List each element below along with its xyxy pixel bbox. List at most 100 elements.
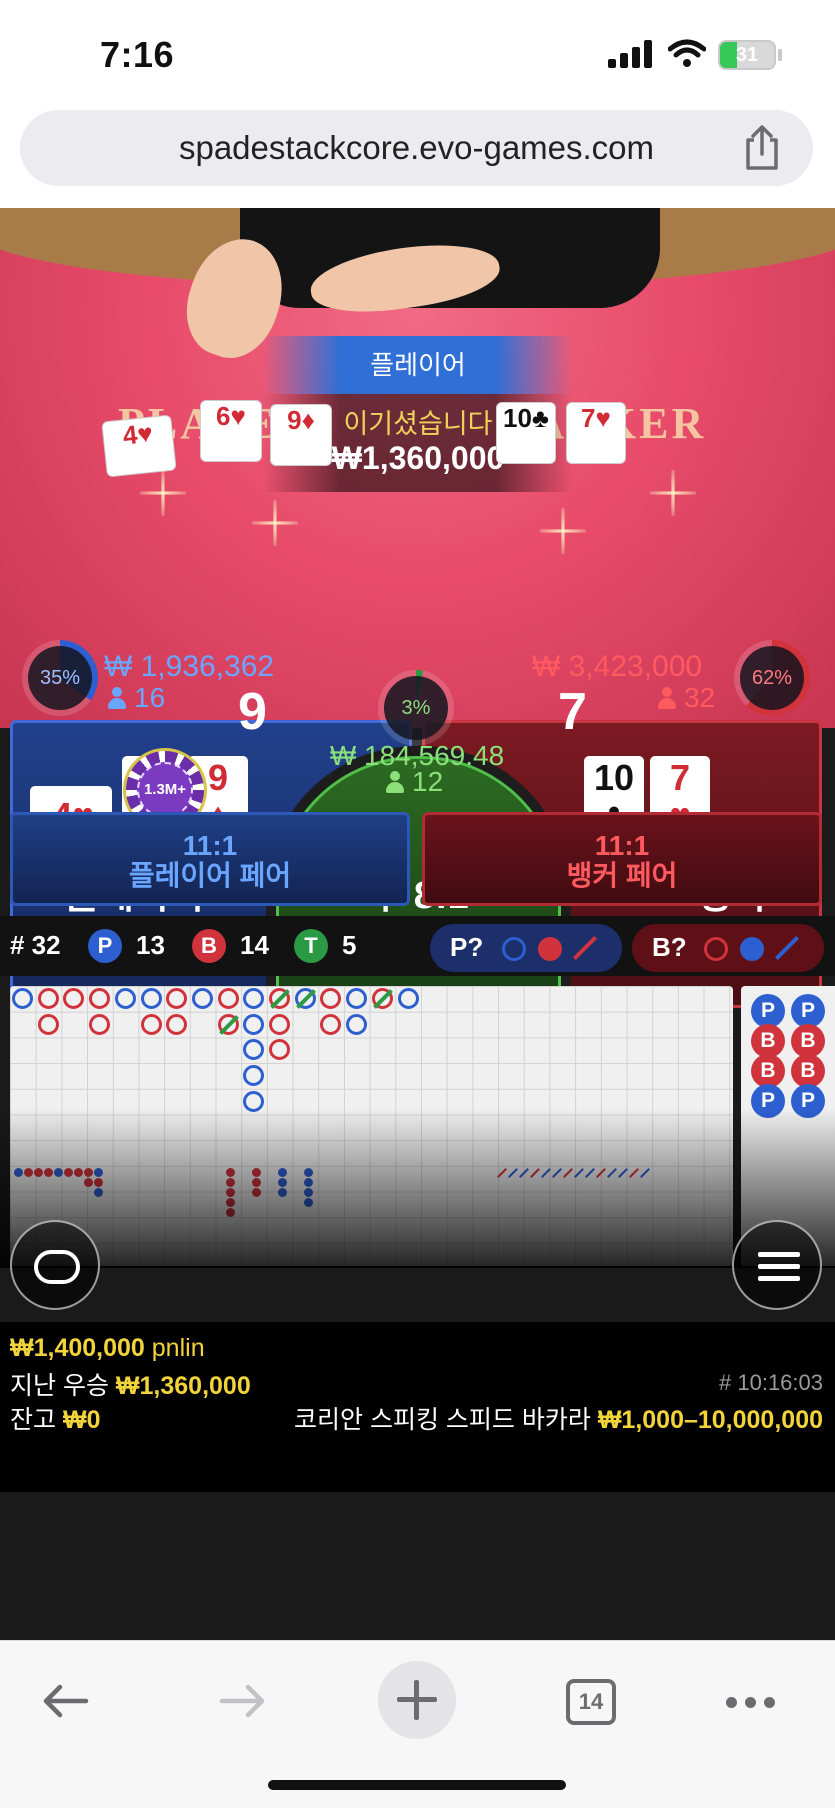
predict-big-eye-icon <box>502 937 526 961</box>
bead-player-mark: P <box>751 994 785 1028</box>
balance-label: 잔고 <box>10 1406 57 1434</box>
bead-banker-mark: B <box>751 1054 785 1088</box>
bet-limits: ₩1,000–10,000,000 <box>597 1406 823 1434</box>
banker-pair-odds: 11:1 <box>594 830 650 861</box>
road-banker-mark <box>320 988 342 1009</box>
road-banker-mark <box>89 1013 111 1035</box>
share-icon[interactable] <box>742 124 782 172</box>
tie-percent: 3% <box>384 676 448 740</box>
road-player-mark <box>346 988 368 1009</box>
felt-card: 9♦ <box>270 404 332 466</box>
game-area: PLAYER BANKER 플레이어 이기셨습니다 ₩1,360,000 4♥6… <box>0 208 835 1640</box>
road-player-mark <box>191 988 213 1009</box>
new-tab-button[interactable] <box>378 1661 456 1739</box>
bead-banker-mark: B <box>791 1054 825 1088</box>
road-banker-mark <box>140 1013 162 1035</box>
felt-card: 6♥ <box>200 400 262 462</box>
player-chip-value: 1.3M+ <box>137 762 193 818</box>
address-bar[interactable]: spadestackcore.evo-games.com <box>20 110 813 186</box>
sparkle <box>540 508 586 554</box>
banker-predict-button[interactable]: B? <box>632 924 824 972</box>
more-icon[interactable] <box>726 1697 776 1709</box>
road-banker-mark <box>269 1013 290 1035</box>
road-banker-mark <box>63 988 85 1009</box>
results-summary: # 32 P 13 B 14 T 5 P? B? <box>0 916 835 976</box>
road-player-mark <box>243 1065 265 1087</box>
win-banner: 플레이어 <box>263 336 573 394</box>
status-bar: 7:16 31 <box>0 0 835 105</box>
chat-icon <box>34 1250 80 1284</box>
sparkle <box>650 470 696 516</box>
game-name: 코리안 스피킹 스피드 바카라 <box>294 1406 591 1434</box>
banker-score: 7 <box>558 683 587 741</box>
predict-cockroach-icon <box>774 935 800 961</box>
battery-level: 31 <box>735 44 759 66</box>
tie-bettors-count: 12 <box>412 766 444 797</box>
person-icon <box>658 687 676 709</box>
road-player-mark <box>140 988 162 1009</box>
player-score: 9 <box>238 683 267 741</box>
card-rank: 10 <box>593 757 635 798</box>
banker-pair-label: 뱅커 페어 <box>566 860 678 891</box>
road-banker-mark <box>320 1013 342 1035</box>
road-banker-mark <box>217 988 239 1009</box>
player-predict-button[interactable]: P? <box>430 924 622 972</box>
url-text[interactable]: spadestackcore.evo-games.com <box>20 129 813 167</box>
sparkle <box>140 470 186 516</box>
road-player-mark <box>243 988 265 1009</box>
banker-bet-amount: ₩ 3,423,000 <box>532 650 703 683</box>
last-win-amount: ₩1,360,000 <box>115 1372 251 1400</box>
road-player-mark <box>397 988 419 1009</box>
last-win-label: 지난 우승 <box>10 1372 109 1400</box>
banker-wins-badge: B <box>192 929 226 963</box>
banker-pair-bet[interactable]: 11:1 뱅커 페어 <box>422 812 822 906</box>
player-wins-badge: P <box>88 929 122 963</box>
bead-player-mark: P <box>791 994 825 1028</box>
player-bettors-count: 16 <box>134 682 166 713</box>
card-rank: 7 <box>669 757 691 798</box>
player-predict-label: P? <box>450 932 484 962</box>
home-indicator <box>268 1780 566 1790</box>
predict-big-eye-icon <box>704 937 728 961</box>
game-name-and-limits: 코리안 스피킹 스피드 바카라 ₩1,000–10,000,000 <box>294 1400 823 1436</box>
predict-cockroach-icon <box>572 935 598 961</box>
sparkle <box>252 500 298 546</box>
banker-bettors-count: 32 <box>684 682 716 713</box>
tie-percent-ring: 3% <box>378 670 454 746</box>
road-banker-mark <box>166 1013 188 1035</box>
player-bet-amount: ₩ 1,936,362 <box>104 650 275 683</box>
game-info: ₩1,400,000 pnlin 지난 우승 ₩1,360,000 # 10:1… <box>0 1322 835 1492</box>
road-player-mark <box>114 988 136 1009</box>
player-pair-label: 플레이어 페어 <box>128 860 292 891</box>
predict-small-road-icon <box>538 937 562 961</box>
roadmap-fade <box>0 1108 835 1268</box>
predict-small-road-icon <box>740 937 764 961</box>
player-wins-count: 13 <box>136 930 165 960</box>
road-banker-mark <box>89 988 111 1009</box>
tie-bettors: 12 <box>386 766 443 798</box>
bet-line: ₩1,400,000 pnlin <box>10 1334 205 1363</box>
road-player-mark <box>243 1039 265 1061</box>
tabs-button[interactable]: 14 <box>566 1679 616 1725</box>
balance-amount: ₩0 <box>62 1406 101 1434</box>
player-percent-ring: 35% <box>22 640 98 716</box>
bead-banker-mark: B <box>791 1024 825 1058</box>
chat-button[interactable] <box>10 1220 100 1310</box>
bet-line-user: pnlin <box>151 1334 205 1362</box>
player-pair-bet[interactable]: 11:1 플레이어 페어 <box>10 812 410 906</box>
forward-icon[interactable] <box>218 1681 268 1721</box>
battery-tip <box>778 49 782 61</box>
battery-icon: 31 <box>718 40 776 70</box>
menu-button[interactable] <box>732 1220 822 1310</box>
player-bettors: 16 <box>108 682 165 714</box>
clock: 7:16 <box>100 34 175 75</box>
felt-card: 7♥ <box>566 402 626 464</box>
banker-percent-ring: 62% <box>734 640 810 716</box>
tie-count-badge: T <box>294 929 328 963</box>
balance: 잔고 ₩0 <box>10 1400 100 1436</box>
rounds-count: # 32 <box>10 930 61 960</box>
back-icon[interactable] <box>40 1681 90 1721</box>
road-player-mark <box>346 1013 368 1035</box>
bead-banker-mark: B <box>751 1024 785 1058</box>
road-player-mark <box>12 988 33 1009</box>
